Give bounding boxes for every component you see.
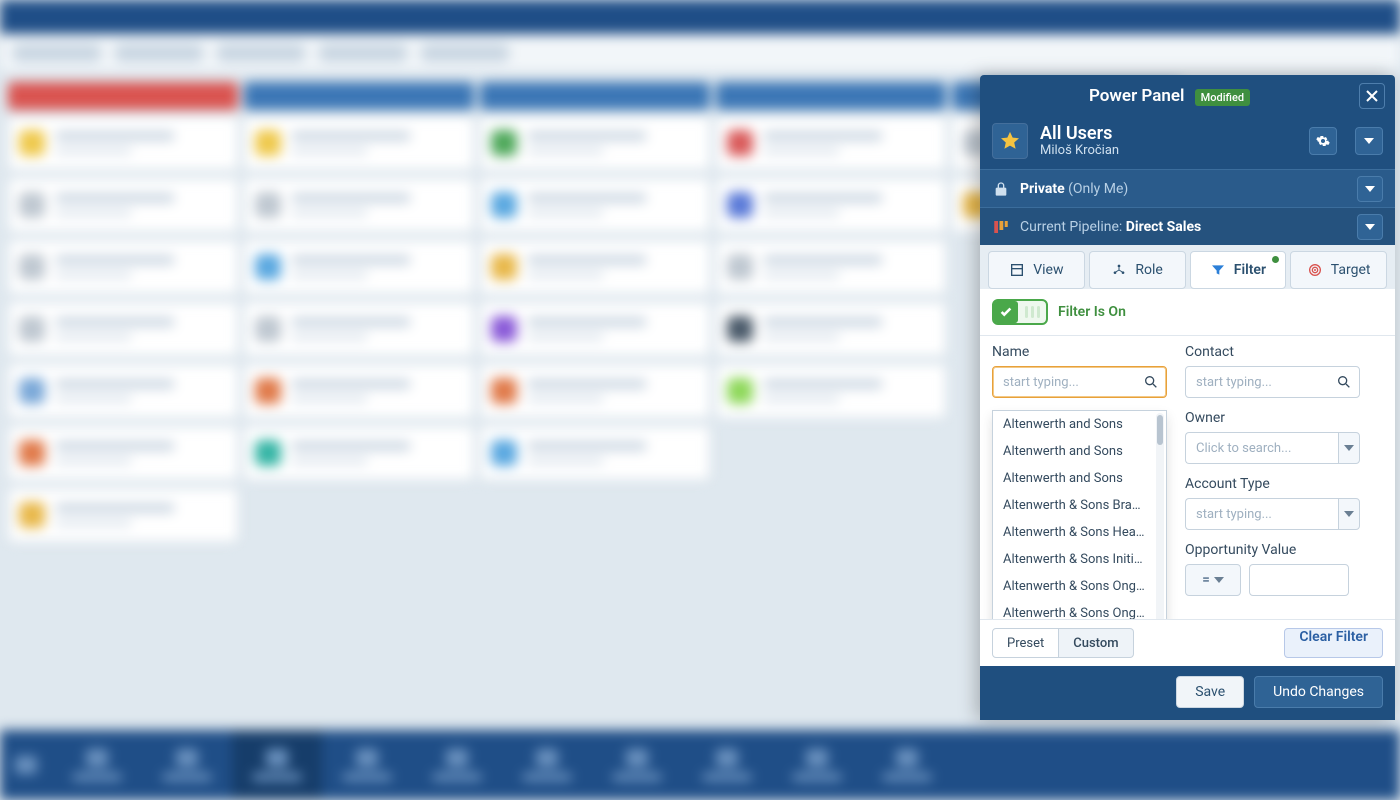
profile-text: All Users Miloš Kročian (1040, 124, 1119, 159)
save-button[interactable]: Save (1176, 676, 1244, 708)
name-input[interactable] (992, 366, 1167, 398)
pipeline-icon (992, 218, 1010, 236)
owner-select[interactable]: Click to search... (1185, 432, 1338, 464)
close-icon (1365, 89, 1379, 103)
pipeline-text: Current Pipeline: Direct Sales (1020, 219, 1347, 235)
panel-title-text: Power Panel (1089, 86, 1184, 106)
name-suggestion-option[interactable]: Altenwerth & Sons Hea… (993, 519, 1166, 546)
chevron-down-icon (1344, 445, 1354, 451)
custom-tab[interactable]: Custom (1059, 628, 1133, 658)
name-suggestion-option[interactable]: Altenwerth and Sons (993, 438, 1166, 465)
name-suggestion-option[interactable]: Altenwerth and Sons (993, 465, 1166, 492)
name-label: Name (992, 344, 1167, 360)
role-icon (1111, 262, 1127, 278)
filter-active-indicator (1272, 256, 1279, 263)
target-icon (1307, 262, 1323, 278)
preset-tab[interactable]: Preset (992, 628, 1059, 658)
chevron-down-icon (1364, 138, 1374, 144)
filter-body: Filter Is On Name Altenwerth and SonsAlt (980, 289, 1395, 666)
field-account-type: Account Type start typing... (1185, 476, 1360, 530)
account-type-select[interactable]: start typing... (1185, 498, 1338, 530)
chevron-down-icon (1344, 511, 1354, 517)
field-name: Name (992, 344, 1167, 398)
star-icon (992, 123, 1028, 159)
panel-footer: Save Undo Changes (980, 666, 1395, 720)
tab-target[interactable]: Target (1290, 251, 1387, 289)
name-suggestion-option[interactable]: Altenwerth and Sons (993, 411, 1166, 438)
field-owner: Owner Click to search... (1185, 410, 1360, 464)
check-icon (994, 301, 1018, 323)
field-opportunity-value: Opportunity Value = (1185, 542, 1360, 596)
chevron-down-icon (1365, 224, 1375, 230)
account-type-label: Account Type (1185, 476, 1360, 492)
filter-footer-row1: Preset Custom Clear Filter (980, 619, 1395, 666)
name-suggestions-dropdown: Altenwerth and SonsAltenwerth and SonsAl… (992, 410, 1167, 619)
filter-icon (1210, 262, 1226, 278)
power-panel: Power Panel Modified All Users Miloš Kro… (980, 75, 1395, 720)
tab-filter[interactable]: Filter (1190, 251, 1287, 289)
opportunity-value-input[interactable] (1249, 564, 1349, 596)
name-suggestion-option[interactable]: Altenwerth & Sons Initi… (993, 546, 1166, 573)
settings-button[interactable] (1309, 127, 1337, 155)
owner-select-caret[interactable] (1338, 432, 1360, 464)
name-suggestion-option[interactable]: Altenwerth & Sons Ong… (993, 600, 1166, 619)
dropdown-scrollbar[interactable] (1156, 413, 1164, 619)
lock-icon (992, 180, 1010, 198)
view-icon (1009, 262, 1025, 278)
pipeline-expand-button[interactable] (1357, 214, 1383, 240)
panel-title: Power Panel Modified (980, 86, 1359, 106)
field-contact: Contact (1185, 344, 1360, 398)
contact-input[interactable] (1185, 366, 1360, 398)
close-button[interactable] (1359, 83, 1385, 109)
filter-on-row: Filter Is On (980, 289, 1395, 336)
privacy-row[interactable]: Private (Only Me) (980, 169, 1395, 207)
modified-badge: Modified (1195, 89, 1250, 106)
panel-tabs: View Role Filter Target (980, 245, 1395, 289)
opportunity-value-label: Opportunity Value (1185, 542, 1360, 558)
chevron-down-icon (1214, 577, 1224, 583)
profile-expand-button[interactable] (1355, 127, 1383, 155)
profile-row: All Users Miloš Kročian (980, 117, 1395, 169)
name-suggestion-option[interactable]: Altenwerth & Sons Ong… (993, 573, 1166, 600)
search-icon (1336, 374, 1352, 390)
gear-icon (1316, 134, 1330, 148)
chevron-down-icon (1365, 186, 1375, 192)
name-suggestion-option[interactable]: Altenwerth & Sons Bra… (993, 492, 1166, 519)
tab-role[interactable]: Role (1089, 251, 1186, 289)
privacy-expand-button[interactable] (1357, 176, 1383, 202)
profile-subtitle: Miloš Kročian (1040, 143, 1119, 158)
opportunity-operator-select[interactable]: = (1185, 564, 1241, 596)
profile-title: All Users (1040, 124, 1119, 144)
search-icon (1143, 374, 1159, 390)
filter-toggle[interactable] (992, 299, 1048, 325)
privacy-text: Private (Only Me) (1020, 181, 1347, 197)
tab-view[interactable]: View (988, 251, 1085, 289)
owner-label: Owner (1185, 410, 1360, 426)
filter-on-label: Filter Is On (1058, 304, 1126, 320)
undo-changes-button[interactable]: Undo Changes (1254, 676, 1383, 708)
account-type-select-caret[interactable] (1338, 498, 1360, 530)
panel-header: Power Panel Modified (980, 75, 1395, 117)
pipeline-row[interactable]: Current Pipeline: Direct Sales (980, 207, 1395, 245)
clear-filter-button[interactable]: Clear Filter (1284, 628, 1383, 658)
contact-label: Contact (1185, 344, 1360, 360)
